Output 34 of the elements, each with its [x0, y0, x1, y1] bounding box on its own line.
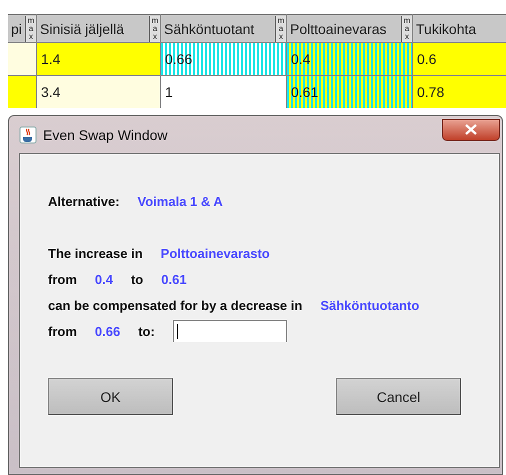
column-header[interactable]: Sinisiä jäljellä max	[37, 14, 160, 42]
table-cell: 1.4	[37, 43, 160, 75]
value-text: Sähköntuotanto	[320, 298, 420, 312]
label-text: from	[48, 324, 77, 338]
label-text: The increase in	[48, 246, 143, 260]
label-text: from	[48, 272, 77, 286]
input-field[interactable]	[172, 320, 287, 342]
value-text: 0.4	[94, 272, 113, 286]
table-cell: 0.6	[413, 43, 506, 75]
close-icon	[465, 124, 477, 135]
dialog-button[interactable]: Cancel	[336, 378, 461, 415]
sort-marker: max	[275, 16, 286, 42]
column-header[interactable]: Polttoainevaras max	[287, 14, 412, 42]
label-text: can be compensated for by a decrease in	[48, 298, 302, 312]
sort-marker: max	[401, 16, 412, 42]
column-header[interactable]: Sähköntuotant max	[161, 14, 286, 42]
column-header[interactable]: Tukikohta	[413, 14, 506, 42]
window-title: Even Swap Window	[43, 126, 168, 142]
close-button[interactable]	[442, 118, 500, 140]
value-text: 0.61	[161, 272, 187, 286]
dialog-button[interactable]: OK	[48, 378, 173, 415]
value-text: Polttoainevarasto	[160, 246, 270, 260]
value-text: 0.66	[94, 324, 120, 338]
table-cell: 3.4	[37, 76, 160, 108]
table-cell: 1	[161, 76, 286, 108]
coffee-cup-icon	[19, 126, 37, 144]
sort-marker: max	[149, 16, 160, 42]
table-cell: 0.78	[413, 76, 506, 108]
label-text: to:	[138, 324, 155, 338]
alternative-label: Alternative:	[48, 194, 120, 208]
sort-marker: max	[25, 16, 36, 42]
alternative-value: Voimala 1 & A	[138, 194, 223, 208]
text-caret	[176, 324, 178, 339]
label-text: to	[130, 272, 144, 286]
